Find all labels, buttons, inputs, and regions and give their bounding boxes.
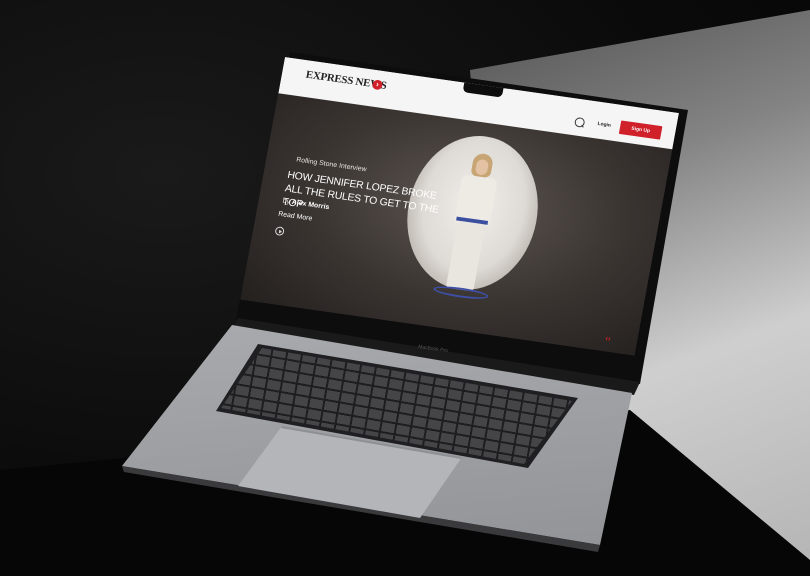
signup-button[interactable]: Sign Up xyxy=(618,120,663,140)
login-link[interactable]: Login xyxy=(597,121,611,129)
search-icon[interactable] xyxy=(573,116,586,128)
read-more-link[interactable]: Read More xyxy=(278,211,313,223)
play-icon[interactable] xyxy=(274,226,285,237)
byline-prefix: by xyxy=(282,197,291,206)
carousel-arrow-icon[interactable]: ‹› xyxy=(605,334,612,343)
